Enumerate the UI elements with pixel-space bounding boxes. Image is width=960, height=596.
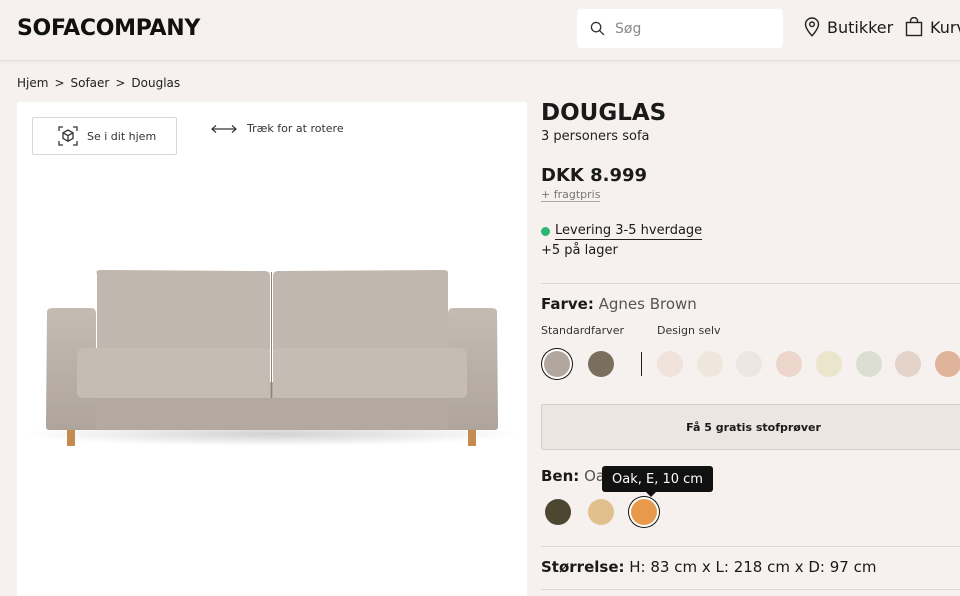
design-yourself-label: Design selv: [657, 324, 721, 337]
stores-label: Butikker: [827, 17, 894, 37]
color-label: Farve:: [541, 295, 594, 313]
swatch-divider: [641, 352, 642, 376]
size-value: H: 83 cm x L: 218 cm x D: 97 cm: [629, 558, 877, 576]
design-color-swatch[interactable]: [934, 351, 960, 377]
design-color-swatch[interactable]: [696, 351, 723, 377]
ar-button-label: Se i dit hjem: [87, 129, 157, 143]
cart-label: Kurv: [930, 17, 960, 37]
ar-view-button[interactable]: Se i dit hjem: [32, 117, 177, 155]
legs-label: Ben:: [541, 467, 580, 485]
logo[interactable]: SOFACOMPANY: [17, 16, 200, 41]
horizontal-arrows-icon: [211, 124, 237, 133]
stock-status: +5 på lager: [541, 243, 618, 258]
freight-link[interactable]: + fragtpris: [541, 188, 601, 202]
breadcrumb-current: Douglas: [131, 76, 181, 90]
breadcrumb: Hjem > Sofaer > Douglas: [17, 76, 180, 90]
size-label: Størrelse:: [541, 558, 625, 576]
design-color-swatch[interactable]: [895, 351, 922, 377]
product-gallery[interactable]: Se i dit hjem Træk for at rotere: [17, 102, 527, 596]
divider: [541, 589, 960, 590]
rotate-hint: Træk for at rotere: [210, 122, 344, 135]
leg-tooltip: Oak, E, 10 cm: [602, 466, 713, 497]
breadcrumb-home[interactable]: Hjem: [17, 76, 48, 90]
product-subtitle: 3 personers sofa: [541, 129, 650, 144]
leg-finish-swatch[interactable]: [631, 499, 657, 525]
standard-color-swatch[interactable]: [588, 351, 614, 377]
map-pin-icon: [804, 17, 820, 37]
sofa-image[interactable]: [17, 252, 527, 452]
free-samples-button[interactable]: Få 5 gratis stofprøver: [541, 404, 960, 450]
design-color-swatch[interactable]: [776, 351, 803, 377]
leg-finish-swatch[interactable]: [588, 499, 614, 525]
divider: [541, 546, 960, 547]
color-row: Farve: Agnes Brown: [541, 295, 697, 313]
standard-color-swatch[interactable]: [544, 351, 570, 377]
design-color-swatch[interactable]: [657, 351, 683, 377]
ar-cube-icon: [58, 126, 78, 146]
in-stock-dot-icon: [541, 227, 550, 236]
cart-link[interactable]: Kurv: [905, 17, 960, 37]
design-color-swatch[interactable]: [736, 351, 763, 377]
rotate-hint-label: Træk for at rotere: [247, 122, 344, 135]
breadcrumb-separator: >: [115, 76, 126, 90]
leg-finish-swatch[interactable]: [545, 499, 571, 525]
product-price: DKK 8.999: [541, 165, 648, 186]
design-color-swatch[interactable]: [815, 351, 842, 377]
standard-colors-label: Standardfarver: [541, 324, 624, 337]
delivery-info: Levering 3-5 hverdage: [541, 223, 703, 240]
search-input[interactable]: [615, 9, 775, 48]
divider: [541, 283, 960, 284]
breadcrumb-sofas[interactable]: Sofaer: [71, 76, 110, 90]
search-icon: [590, 21, 605, 36]
shopping-bag-icon: [905, 17, 923, 37]
search-bar[interactable]: [577, 9, 783, 48]
product-title: DOUGLAS: [541, 100, 667, 126]
breadcrumb-separator: >: [54, 76, 65, 90]
design-color-swatch[interactable]: [855, 351, 882, 377]
delivery-link[interactable]: Levering 3-5 hverdage: [555, 223, 703, 240]
size-row: Størrelse: H: 83 cm x L: 218 cm x D: 97 …: [541, 558, 876, 576]
site-header: SOFACOMPANY Butikker Kurv: [0, 0, 960, 61]
color-value: Agnes Brown: [598, 295, 697, 313]
stores-link[interactable]: Butikker: [804, 17, 893, 37]
